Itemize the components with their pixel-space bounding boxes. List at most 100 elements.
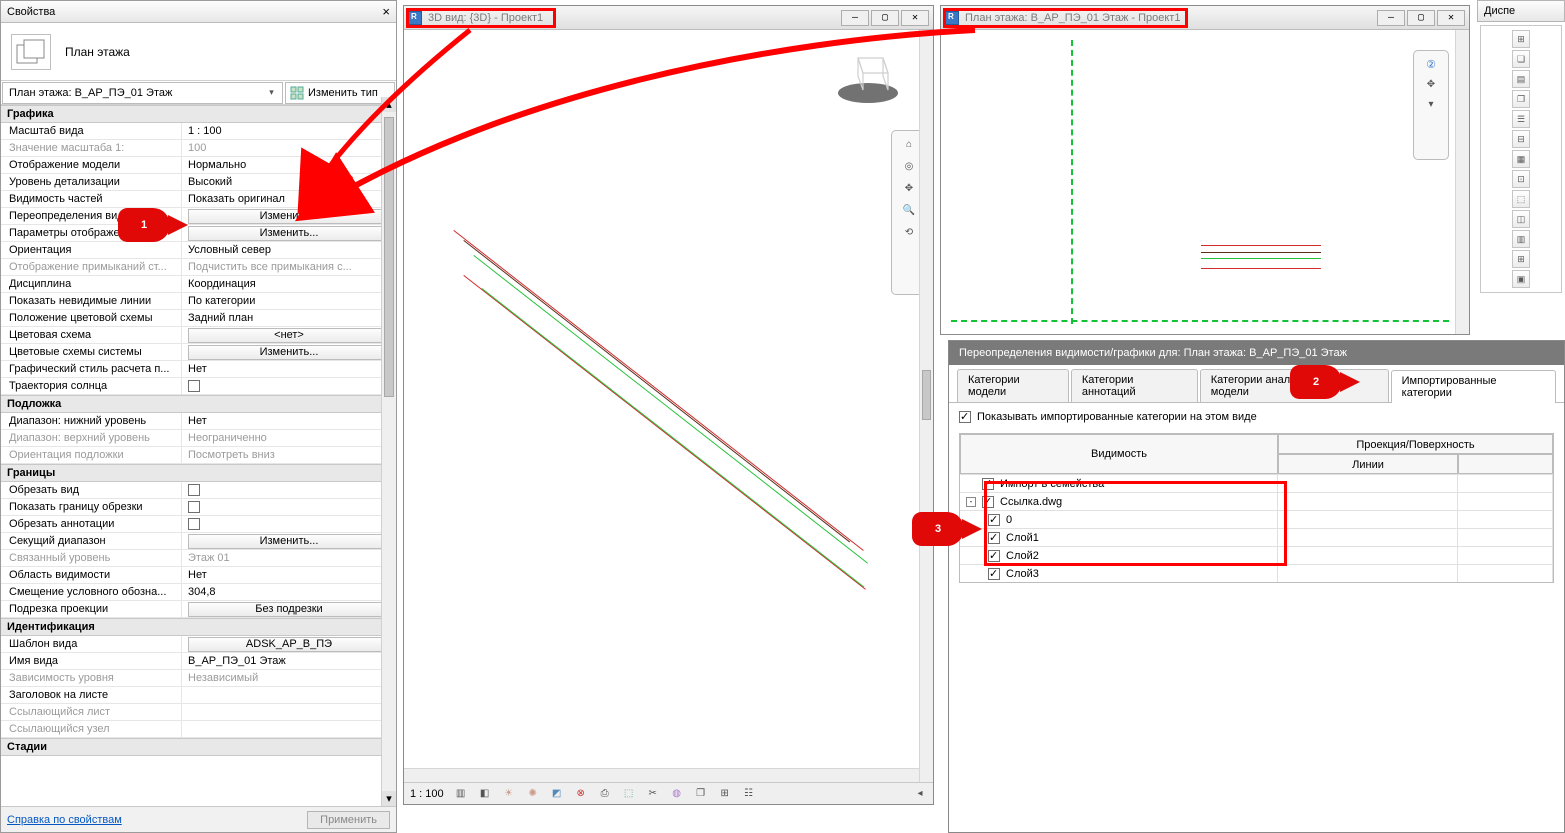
group-header[interactable]: Стадии⌃ (1, 738, 396, 756)
property-value[interactable]: В_АР_ПЭ_01 Этаж (181, 653, 396, 669)
vg-row[interactable]: Слой3 (960, 564, 1553, 582)
vg-cell-visibility[interactable]: Слой2 (960, 547, 1278, 564)
property-value[interactable] (181, 499, 396, 515)
dock-tool-11[interactable]: ▥ (1512, 230, 1530, 248)
dock-tool-3[interactable]: ▤ (1512, 70, 1530, 88)
vg-cell-visibility[interactable]: Слой3 (960, 565, 1278, 582)
property-value[interactable]: Условный север (181, 242, 396, 258)
nav2d-pan-icon[interactable]: ✥ (1424, 77, 1438, 91)
vg-row-checkbox[interactable] (982, 496, 994, 508)
dock-tool-1[interactable]: ⊞ (1512, 30, 1530, 48)
scroll-thumb[interactable] (384, 117, 394, 397)
dock-tool-8[interactable]: ⊡ (1512, 170, 1530, 188)
vg-tab[interactable]: Категории модели (957, 369, 1069, 402)
sb-icon-11[interactable]: ❐ (694, 787, 708, 801)
vg-row[interactable]: Импорт в семейства (960, 474, 1553, 492)
property-value[interactable]: Изменить... (181, 225, 396, 241)
nav2d-icon[interactable]: ② (1424, 57, 1438, 71)
sb-icon-13[interactable]: ☷ (742, 787, 756, 801)
sb-icon-1[interactable]: ▥ (454, 787, 468, 801)
dock-tool-4[interactable]: ❐ (1512, 90, 1530, 108)
property-value[interactable]: Изменить... (181, 344, 396, 360)
vg-cell-lines[interactable] (1278, 565, 1458, 582)
view-3d-titlebar[interactable]: 3D вид: {3D} - Проект1 — ▢ ✕ (404, 6, 933, 30)
dock-tool-7[interactable]: ▦ (1512, 150, 1530, 168)
property-value[interactable] (181, 704, 396, 720)
dock-tool-2[interactable]: ❏ (1512, 50, 1530, 68)
property-value[interactable]: Высокий (181, 174, 396, 190)
property-value[interactable]: Показать оригинал (181, 191, 396, 207)
vg-cell-visibility[interactable]: 0 (960, 511, 1278, 528)
sb-icon-4[interactable]: ✺ (526, 787, 540, 801)
property-value[interactable]: Нет (181, 567, 396, 583)
minimize-button[interactable]: — (841, 10, 869, 26)
group-header[interactable]: Графика⌃ (1, 105, 396, 123)
property-value[interactable]: <нет> (181, 327, 396, 343)
value-button[interactable]: Без подрезки (188, 602, 390, 617)
property-value[interactable] (181, 687, 396, 703)
vg-cell-lines[interactable] (1278, 475, 1458, 492)
value-button[interactable]: <нет> (188, 328, 390, 343)
dock-tool-10[interactable]: ◫ (1512, 210, 1530, 228)
orbit-icon[interactable]: ⟲ (902, 225, 916, 239)
value-button[interactable]: Изменить... (188, 345, 390, 360)
vg-cell-visibility[interactable]: Слой1 (960, 529, 1278, 546)
property-value[interactable]: Без подрезки (181, 601, 396, 617)
property-value[interactable] (181, 482, 396, 498)
vg-cell-lines[interactable] (1278, 511, 1458, 528)
type-selector-dropdown[interactable]: План этажа: В_АР_ПЭ_01 Этаж ▾ (2, 82, 283, 104)
scroll-up-icon[interactable]: ▴ (382, 97, 396, 112)
navigation-bar-2d[interactable]: ② ✥ ▾ (1413, 50, 1449, 160)
view-3d-canvas[interactable]: ⌂ ◎ ✥ 🔍 ⟲ (404, 30, 933, 782)
value-button[interactable]: ADSK_АР_В_ПЭ (188, 637, 390, 652)
value-checkbox[interactable] (188, 501, 200, 513)
vg-cell-extra[interactable] (1458, 565, 1553, 582)
property-value[interactable]: Задний план (181, 310, 396, 326)
property-value[interactable]: Посмотреть вниз (181, 447, 396, 463)
sb-icon-7[interactable]: ⎙ (598, 787, 612, 801)
property-value[interactable] (181, 516, 396, 532)
viewcube-icon[interactable] (833, 38, 903, 108)
group-header[interactable]: Границы⌃ (1, 464, 396, 482)
scroll-down-icon[interactable]: ▾ (382, 791, 396, 806)
property-value[interactable]: 304,8 (181, 584, 396, 600)
vg-cell-lines[interactable] (1278, 547, 1458, 564)
close-button[interactable]: ✕ (1437, 10, 1465, 26)
maximize-button[interactable]: ▢ (871, 10, 899, 26)
pan-icon[interactable]: ✥ (902, 181, 916, 195)
sb-icon-9[interactable]: ✂ (646, 787, 660, 801)
vg-cell-extra[interactable] (1458, 547, 1553, 564)
dock-tool-6[interactable]: ⊟ (1512, 130, 1530, 148)
vg-row-checkbox[interactable] (982, 478, 994, 490)
close-icon[interactable]: × (382, 4, 390, 19)
property-value[interactable]: Изменить... (181, 533, 396, 549)
sb-icon-2[interactable]: ◧ (478, 787, 492, 801)
scrollbar-vertical[interactable]: ▴ ▾ (381, 97, 396, 806)
plan-scrollbar-v[interactable] (1455, 30, 1469, 334)
sb-icon-10[interactable]: ◍ (670, 787, 684, 801)
value-checkbox[interactable] (188, 484, 200, 496)
value-checkbox[interactable] (188, 380, 200, 392)
vg-cell-extra[interactable] (1458, 475, 1553, 492)
property-value[interactable]: Неограниченно (181, 430, 396, 446)
wheel-icon[interactable]: ◎ (902, 159, 916, 173)
property-value[interactable]: 100 (181, 140, 396, 156)
tree-expand-icon[interactable]: - (966, 497, 976, 507)
property-value[interactable] (181, 378, 396, 394)
sb-icon-r1[interactable]: ◂ (913, 787, 927, 801)
property-value[interactable]: Подчистить все примыкания с... (181, 259, 396, 275)
value-button[interactable]: Изменить... (188, 226, 390, 241)
vg-row[interactable]: Слой2 (960, 546, 1553, 564)
properties-help-link[interactable]: Справка по свойствам (7, 814, 122, 826)
dock-tool-5[interactable]: ☰ (1512, 110, 1530, 128)
close-button[interactable]: ✕ (901, 10, 929, 26)
sb-icon-12[interactable]: ⊞ (718, 787, 732, 801)
sb-icon-8[interactable]: ⬚ (622, 787, 636, 801)
property-value[interactable]: 1 : 100 (181, 123, 396, 139)
property-value[interactable]: Нормально (181, 157, 396, 173)
group-header[interactable]: Идентификация⌃ (1, 618, 396, 636)
vg-show-checkbox[interactable] (959, 411, 971, 423)
canvas-scrollbar-v[interactable] (919, 30, 933, 782)
canvas-scroll-thumb[interactable] (922, 370, 931, 420)
vg-cell-visibility[interactable]: -Ссылка.dwg (960, 493, 1278, 510)
